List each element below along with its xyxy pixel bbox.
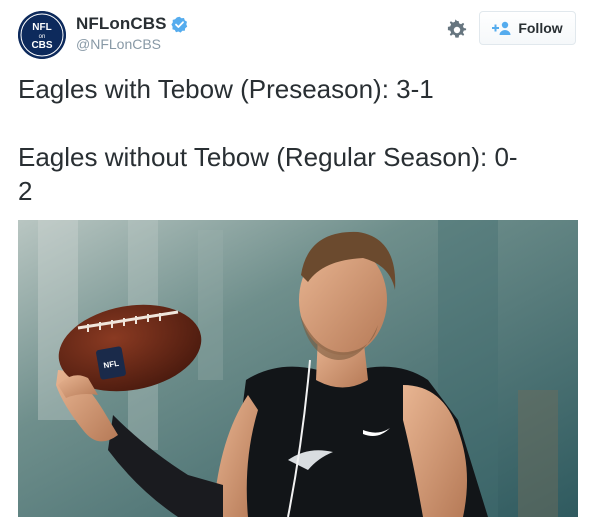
display-name[interactable]: NFLonCBS — [76, 14, 167, 34]
avatar-text-cbs: CBS — [31, 40, 52, 51]
tweet-text-line: Eagles without Tebow (Regular Season): 0… — [18, 142, 518, 172]
account-names: NFLonCBS @NFLonCBS — [76, 14, 188, 52]
avatar[interactable]: NFL on CBS — [18, 11, 66, 59]
nfl-on-cbs-logo: NFL on CBS — [18, 11, 66, 59]
tweet-text-line: Eagles with Tebow (Preseason): 3-1 — [18, 74, 434, 104]
tweet-text: Eagles with Tebow (Preseason): 3-1 Eagle… — [18, 72, 580, 208]
player-photo: NFL — [18, 220, 578, 517]
add-user-icon — [492, 21, 512, 35]
avatar-text-nfl: NFL — [32, 22, 51, 33]
follow-button[interactable]: Follow — [479, 11, 576, 45]
account-handle[interactable]: @NFLonCBS — [76, 36, 188, 52]
tweet-photo[interactable]: NFL — [18, 220, 578, 517]
tweet-card: NFL on CBS NFLonCBS @NFLonCBS Follow Eag… — [0, 0, 597, 530]
verified-badge-icon — [170, 16, 188, 33]
gear-icon[interactable] — [446, 19, 468, 41]
display-name-row: NFLonCBS — [76, 14, 188, 34]
follow-label: Follow — [518, 20, 563, 36]
tweet-text-line: 2 — [18, 176, 33, 206]
